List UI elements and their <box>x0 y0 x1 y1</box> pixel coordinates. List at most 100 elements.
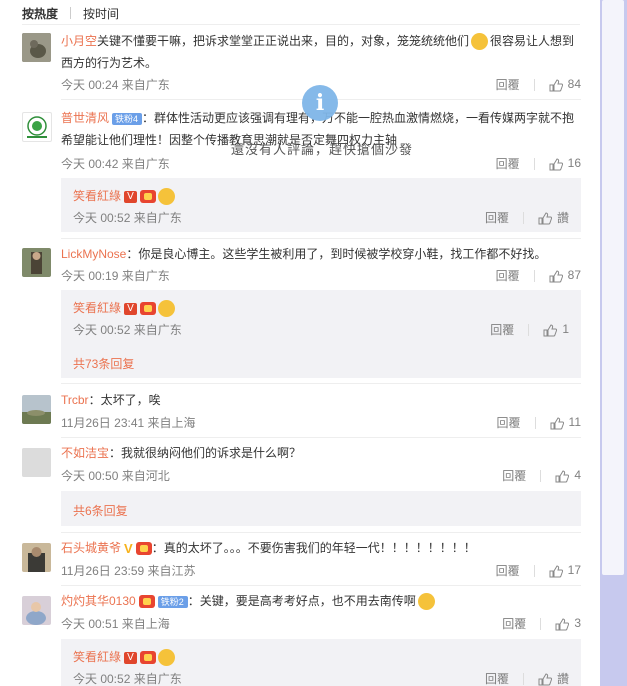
like-button[interactable]: 17 <box>549 563 581 577</box>
like-button[interactable]: 11 <box>550 415 581 429</box>
like-count: 16 <box>567 156 581 171</box>
comment-author[interactable]: 灼灼其华0130 <box>61 594 136 608</box>
comment-author[interactable]: 普世清风 <box>61 111 109 125</box>
like-button[interactable]: 4 <box>555 468 581 482</box>
comment-body: ：真的太坏了。。。不要伤害我们的年轻一代！！！！！！！！ <box>151 541 476 555</box>
comment-meta: 今天 00:24 来自广东 <box>61 78 170 92</box>
reply-author[interactable]: 笑看紅綠 <box>73 650 121 664</box>
reply-box: 笑看紅綠 V 今天 00:52 来自广东 回覆 1 共73条回复 <box>61 290 581 378</box>
like-count: 11 <box>568 415 581 430</box>
avatar[interactable] <box>22 448 51 477</box>
verified-badge-icon: V <box>124 302 138 315</box>
comment-meta: 今天 00:51 来自上海 <box>61 617 170 631</box>
overlay-message: 還沒有人評論，趕快搶個沙發 <box>231 142 414 157</box>
reply-author[interactable]: 笑看紅綠 <box>73 189 121 203</box>
comment-body: ：你是良心博主。这些学生被利用了，到时候被学校穿小鞋，找工作都不好找。 <box>126 247 547 261</box>
reply-actions: 回覆 1 <box>490 321 569 338</box>
like-button[interactable]: 84 <box>549 77 581 91</box>
comment-actions: 回覆 3 <box>502 615 581 632</box>
divider <box>22 24 580 25</box>
fan-level-badge: 铁粉2 <box>157 595 188 608</box>
avatar[interactable] <box>22 596 51 625</box>
laughing-emoji-icon <box>471 33 489 51</box>
comment-author[interactable]: Trcbr <box>61 393 89 407</box>
reply-button[interactable]: 回覆 <box>496 267 520 284</box>
like-button[interactable]: 3 <box>555 616 581 630</box>
thumbs-up-icon <box>538 212 552 225</box>
comment-author[interactable]: 小月空 <box>61 34 97 48</box>
like-count: 1 <box>562 322 569 337</box>
action-divider <box>528 323 530 336</box>
avatar[interactable] <box>22 112 52 142</box>
comment-text: 小月空关键不懂要干嘛，把诉求堂堂正正说出来，目的，对象，笼笼统统他们 很容易让人想… <box>61 30 581 74</box>
comment-meta: 今天 00:50 来自河北 <box>61 469 170 483</box>
verified-gold-icon: V <box>124 540 133 556</box>
reply-button[interactable]: 回覆 <box>496 155 520 172</box>
member-badge-icon <box>140 651 157 665</box>
divider <box>61 238 581 239</box>
thumbs-up-icon <box>549 79 563 92</box>
more-replies-link[interactable]: 共73条回复 <box>73 355 134 372</box>
like-label: 讚 <box>556 211 569 225</box>
comment-text: 石头城黄爷 V ：真的太坏了。。。不要伤害我们的年轻一代！！！！！！！！ <box>61 537 581 560</box>
reply-button[interactable]: 回覆 <box>485 209 509 226</box>
thumbs-up-icon <box>550 417 564 430</box>
reply-button[interactable]: 回覆 <box>490 321 514 338</box>
comment-author[interactable]: LickMyNose <box>61 247 126 261</box>
reply-button[interactable]: 回覆 <box>502 467 526 484</box>
like-button[interactable]: 87 <box>549 268 581 282</box>
reply-button[interactable]: 回覆 <box>485 670 509 686</box>
scrollbar-thumb[interactable] <box>602 0 624 575</box>
action-divider <box>533 78 535 91</box>
like-button[interactable]: 讚 <box>538 670 569 686</box>
tab-sort-time[interactable]: 按时间 <box>83 5 119 22</box>
like-count: 84 <box>567 77 581 92</box>
avatar[interactable] <box>22 395 51 424</box>
like-button[interactable]: 1 <box>543 322 569 336</box>
action-divider <box>522 211 524 224</box>
reply-button[interactable]: 回覆 <box>497 414 521 431</box>
comment-author[interactable]: 石头城黄爷 <box>61 541 121 555</box>
comment-meta: 今天 00:19 来自广东 <box>61 269 170 283</box>
avatar[interactable] <box>22 248 51 277</box>
scrollbar[interactable] <box>600 0 627 686</box>
comment-body: ：我就很纳闷他们的诉求是什么啊？ <box>109 446 302 460</box>
like-count: 3 <box>574 616 581 631</box>
reply-author[interactable]: 笑看紅綠 <box>73 301 121 315</box>
clapping-emoji-icon <box>158 300 176 318</box>
action-divider <box>533 564 535 577</box>
reply-button[interactable]: 回覆 <box>496 76 520 93</box>
comment-actions: 回覆 16 <box>496 155 581 172</box>
thumbs-up-icon <box>555 618 570 631</box>
comment-text: LickMyNose：你是良心博主。这些学生被利用了，到时候被学校穿小鞋，找工作… <box>61 243 581 265</box>
reply-button[interactable]: 回覆 <box>502 615 526 632</box>
reply-meta: 今天 00:52 来自广东 <box>73 672 182 686</box>
action-divider <box>540 617 542 630</box>
avatar[interactable] <box>22 543 51 572</box>
avatar[interactable] <box>22 33 51 62</box>
comment-author[interactable]: 不如洁宝 <box>61 446 109 460</box>
fan-level-badge: 铁粉4 <box>112 112 143 125</box>
member-badge-icon <box>140 190 157 204</box>
like-label: 讚 <box>556 672 569 686</box>
sort-tabs: 按热度 按时间 <box>22 5 119 21</box>
more-replies-link[interactable]: 共6条回复 <box>73 502 128 519</box>
comment-actions: 回覆 17 <box>496 562 581 579</box>
divider <box>61 585 581 586</box>
comment-text: 灼灼其华0130 铁粉2 ：关键，要是高考考好点，也不用去南传啊 <box>61 590 581 612</box>
thumbs-up-icon <box>549 565 563 578</box>
comment-meta: 今天 00:42 来自广东 <box>61 157 170 171</box>
reply-author-row: 笑看紅綠 V <box>73 299 177 318</box>
tab-sort-hot[interactable]: 按热度 <box>22 5 58 22</box>
reply-author-row: 笑看紅綠 V <box>73 648 177 667</box>
verified-badge-icon: V <box>124 190 138 203</box>
action-divider <box>534 416 536 429</box>
info-icon: i <box>302 85 338 121</box>
comment-text: 不如洁宝：我就很纳闷他们的诉求是什么啊？ <box>61 442 581 464</box>
comment-text: Trcbr：太坏了，唉 <box>61 389 581 411</box>
comment-actions: 回覆 84 <box>496 76 581 93</box>
action-divider <box>533 269 535 282</box>
like-button[interactable]: 16 <box>549 156 581 170</box>
reply-button[interactable]: 回覆 <box>496 562 520 579</box>
like-button[interactable]: 讚 <box>538 209 569 226</box>
